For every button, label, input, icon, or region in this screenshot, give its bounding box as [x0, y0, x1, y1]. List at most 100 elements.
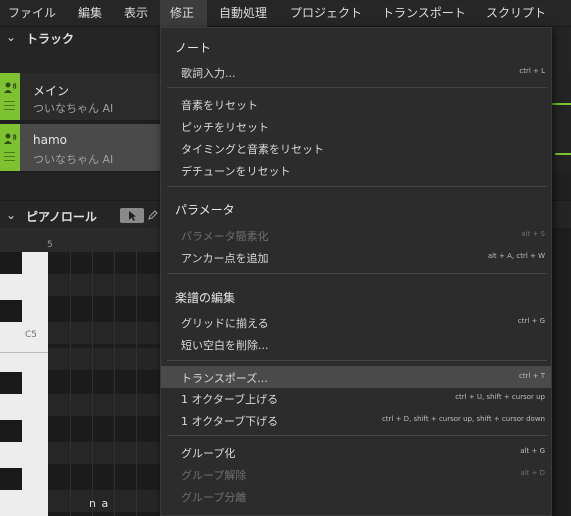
menu-item-label: デチューンをリセット [181, 165, 291, 178]
drag-handle-icon[interactable] [4, 152, 15, 161]
menu-item-shortcut: ctrl + U, shift + cursor up [455, 393, 545, 401]
menu-item-shortcut: alt + S [521, 230, 545, 238]
menu-modify[interactable]: 修正 [160, 0, 207, 27]
note-block [551, 103, 571, 105]
menu-item-remove-short-gaps[interactable]: 短い空白を削除... [161, 333, 551, 355]
menu-item-shortcut: ctrl + L [519, 67, 545, 75]
menu-item-snap-to-grid[interactable]: グリッドに揃える ctrl + G [161, 311, 551, 333]
piano-roll-title: ピアノロール [26, 210, 97, 224]
menu-transport[interactable]: トランスポート [382, 0, 466, 27]
menu-item-add-anchor[interactable]: アンカー点を追加 alt + A, ctrl + W [161, 246, 551, 268]
track-color-strip [0, 124, 20, 171]
measure-number: 5 [47, 240, 53, 250]
track-voice: ついなちゃん AI [33, 153, 114, 166]
track-hamo[interactable]: hamo ついなちゃん AI [0, 124, 160, 172]
drag-handle-icon[interactable] [4, 101, 15, 110]
menu-item-label: 短い空白を削除... [181, 339, 269, 352]
black-key[interactable] [0, 468, 22, 490]
grid-edge [552, 228, 571, 516]
menu-item-label: グループ分離 [181, 491, 247, 504]
collapse-chevron-icon[interactable]: ⌄ [6, 30, 16, 44]
grid-row [48, 442, 160, 464]
menu-project[interactable]: プロジェクト [290, 0, 362, 27]
black-key[interactable] [0, 420, 22, 442]
black-key[interactable] [0, 372, 22, 394]
menu-view[interactable]: 表示 [124, 0, 150, 27]
menu-file[interactable]: ファイル [6, 0, 58, 27]
track-name: メイン [33, 84, 70, 98]
grid-line [92, 252, 93, 516]
track-main[interactable]: メイン ついなちゃん AI [0, 73, 160, 121]
note-lyric: n a [89, 497, 110, 510]
menu-item-label: 音素をリセット [181, 99, 258, 112]
pencil-icon[interactable] [148, 210, 158, 220]
menu-bar: ファイル 編集 表示 修正 自動処理 プロジェクト トランスポート スクリプト [0, 0, 571, 27]
black-key[interactable] [0, 300, 22, 322]
menu-item-reset-pitch[interactable]: ピッチをリセット [161, 115, 551, 137]
grid-row [48, 274, 160, 296]
key-divider [0, 352, 48, 353]
menu-item-octave-down[interactable]: 1 オクターブ下げる ctrl + D, shift + cursor up, … [161, 409, 551, 431]
piano-roll-grid[interactable] [48, 252, 160, 516]
menu-section-note: ノート [175, 41, 212, 55]
menu-item-shortcut: ctrl + G [517, 317, 545, 325]
menu-automation[interactable]: 自動処理 [219, 0, 271, 27]
menu-separator [167, 360, 547, 361]
grid-row [48, 394, 160, 416]
menu-item-label: 1 オクターブ下げる [181, 415, 279, 428]
menu-item-label: パラメータ簡素化 [181, 230, 269, 243]
grid-row [48, 322, 160, 344]
menu-item-label: グループ化 [181, 447, 236, 460]
black-key[interactable] [0, 252, 22, 274]
tracks-empty-area [0, 173, 160, 200]
menu-item-simplify-parameters[interactable]: パラメータ簡素化 alt + S [161, 224, 551, 246]
grid-line [70, 252, 71, 516]
menu-item-transpose[interactable]: トランスポーズ... ctrl + T [161, 366, 551, 388]
menu-item-lyrics-input[interactable]: 歌詞入力... ctrl + L [161, 61, 551, 83]
menu-edit[interactable]: 編集 [78, 0, 104, 27]
menu-item-shortcut: alt + D [520, 469, 545, 477]
menu-separator [167, 186, 547, 187]
menu-item-label: トランスポーズ... [181, 372, 268, 385]
menu-separator [167, 273, 547, 274]
menu-item-label: アンカー点を追加 [181, 252, 269, 265]
menu-item-reset-detune[interactable]: デチューンをリセット [161, 159, 551, 181]
collapse-chevron-icon[interactable]: ⌄ [6, 208, 16, 222]
modify-menu-dropdown: ノート 歌詞入力... ctrl + L 音素をリセット ピッチをリセット タイ… [160, 27, 552, 516]
menu-item-separate-group[interactable]: グループ分離 [161, 485, 551, 507]
menu-item-label: ピッチをリセット [181, 121, 269, 134]
menu-item-label: グリッドに揃える [181, 317, 269, 330]
track-name: hamo [33, 133, 67, 147]
singer-icon [4, 133, 17, 144]
select-tool-button[interactable] [120, 208, 144, 223]
menu-item-shortcut: ctrl + D, shift + cursor up, shift + cur… [381, 415, 545, 423]
cursor-icon [129, 211, 136, 221]
tracks-title: トラック [26, 32, 75, 46]
menu-item-ungroup[interactable]: グループ解除 alt + D [161, 463, 551, 485]
menu-item-group[interactable]: グループ化 alt + G [161, 441, 551, 463]
menu-section-parameters: パラメータ [175, 203, 235, 217]
track-color-strip [0, 73, 20, 120]
track-voice: ついなちゃん AI [33, 102, 114, 115]
menu-item-shortcut: alt + A, ctrl + W [487, 252, 545, 260]
menu-separator [167, 435, 547, 436]
grid-line [136, 252, 137, 516]
menu-item-shortcut: alt + G [520, 447, 545, 455]
menu-item-reset-timing-phonemes[interactable]: タイミングと音素をリセット [161, 137, 551, 159]
menu-item-label: グループ解除 [181, 469, 247, 482]
menu-item-label: 1 オクターブ上げる [181, 393, 279, 406]
octave-label: C5 [25, 330, 38, 340]
singer-icon [4, 82, 17, 93]
menu-item-shortcut: ctrl + T [518, 372, 545, 380]
menu-separator [167, 87, 547, 88]
menu-script[interactable]: スクリプト [486, 0, 546, 27]
piano-keys[interactable]: C5 [0, 252, 48, 516]
grid-row [48, 348, 160, 370]
menu-section-score-edit: 楽譜の編集 [175, 291, 236, 305]
menu-item-reset-phonemes[interactable]: 音素をリセット [161, 93, 551, 115]
note-block [555, 153, 571, 155]
grid-line [114, 252, 115, 516]
menu-item-label: 歌詞入力... [181, 67, 236, 80]
menu-item-octave-up[interactable]: 1 オクターブ上げる ctrl + U, shift + cursor up [161, 387, 551, 409]
menu-item-label: タイミングと音素をリセット [181, 143, 324, 156]
